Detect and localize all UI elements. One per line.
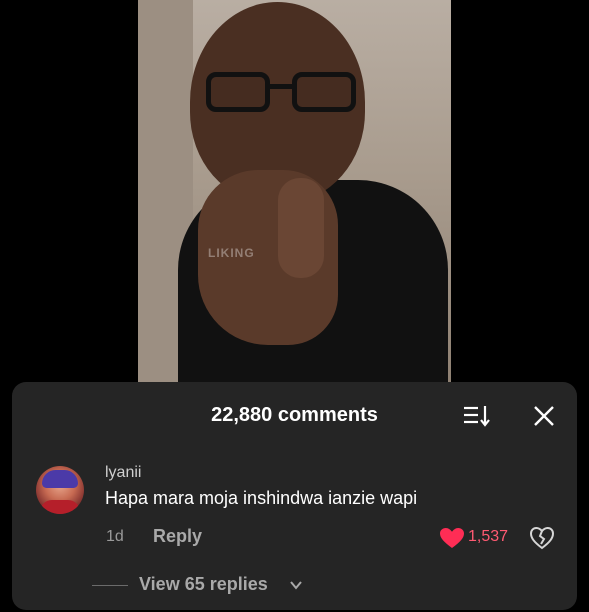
video-frame[interactable]: LIKING [138, 0, 451, 395]
avatar[interactable] [36, 466, 84, 514]
broken-heart-icon[interactable] [529, 525, 555, 551]
heart-icon[interactable] [439, 527, 465, 549]
comments-sheet: 22,880 comments lyanii Hapa mara moja in… [12, 382, 577, 610]
view-replies-button[interactable]: View 65 replies [139, 574, 268, 595]
close-icon[interactable] [530, 402, 558, 430]
comment-age: 1d [106, 528, 124, 545]
like-count: 1,537 [468, 528, 509, 545]
chevron-down-icon[interactable] [289, 578, 303, 592]
comment-username[interactable]: lyanii [105, 464, 141, 482]
pointing-finger [278, 178, 324, 278]
replies-divider [92, 585, 128, 586]
glasses [206, 72, 356, 116]
comment-text: Hapa mara moja inshindwa ianzie wapi [105, 488, 418, 508]
reply-button[interactable]: Reply [153, 526, 202, 547]
sort-icon[interactable] [462, 402, 492, 430]
video-watermark: LIKING [208, 246, 255, 260]
comments-count-title: 22,880 comments [211, 404, 378, 426]
